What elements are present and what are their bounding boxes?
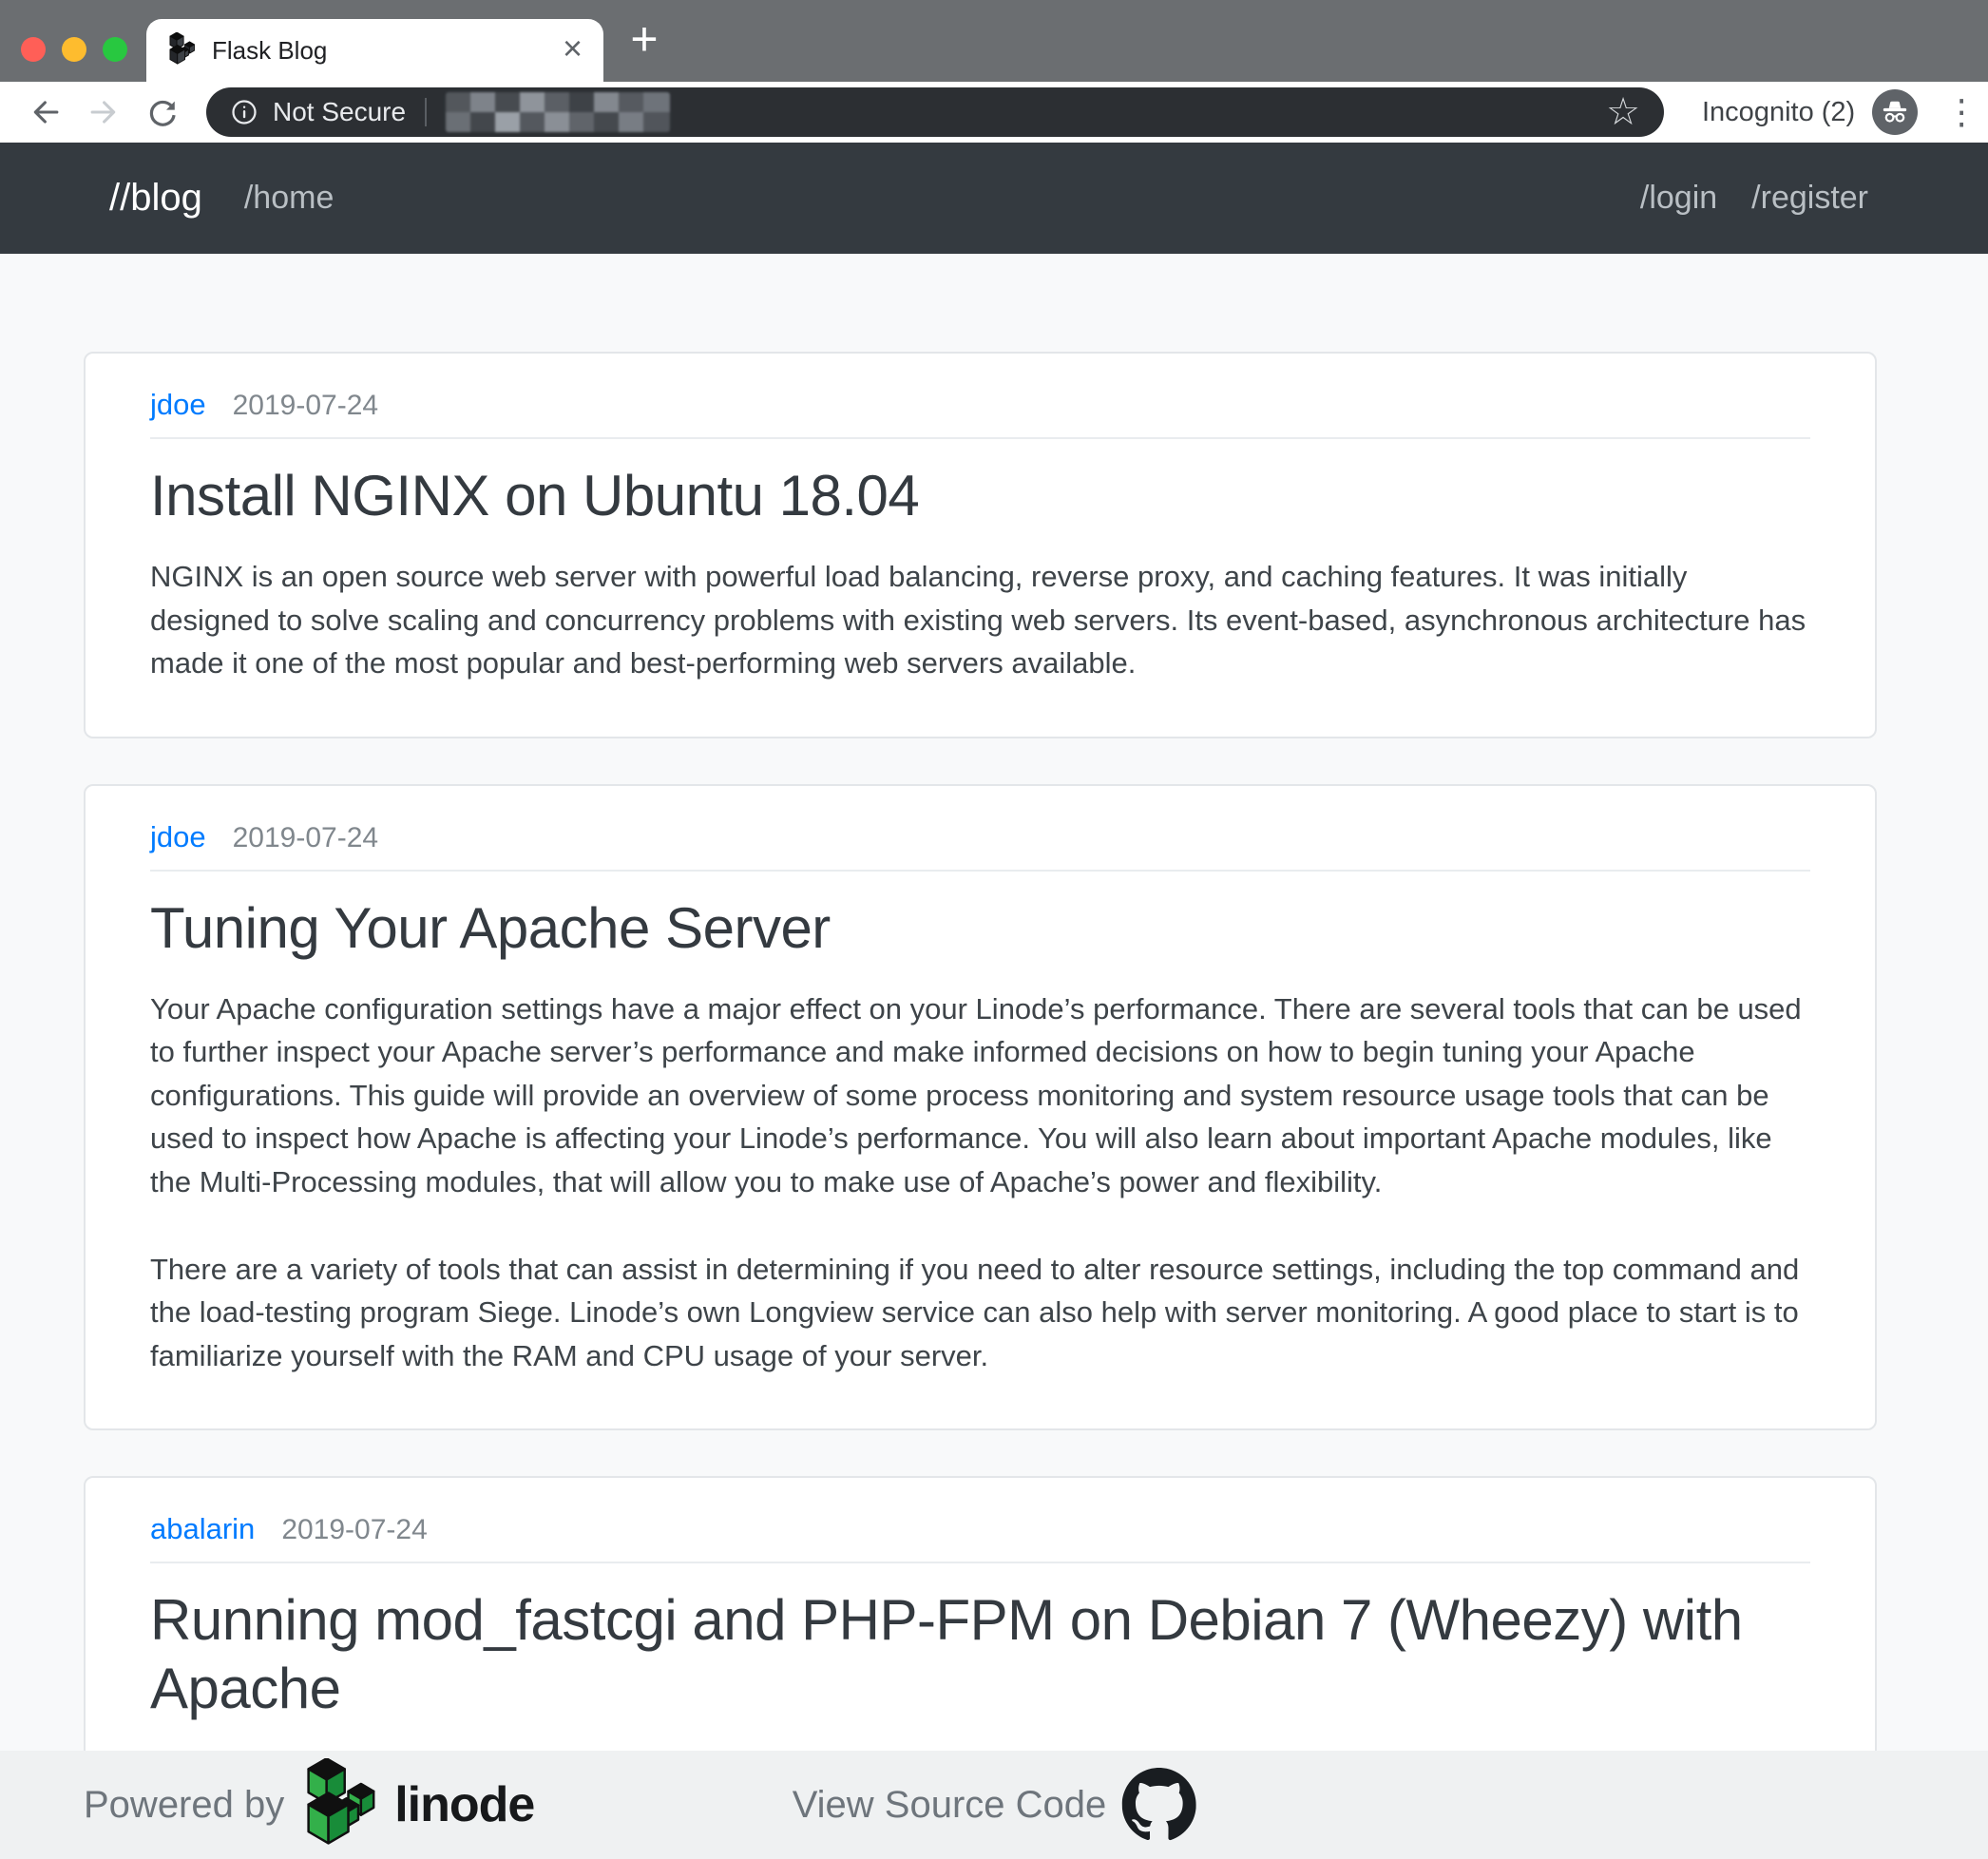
post-title: Running mod_fastcgi and PHP-FPM on Debia… — [150, 1586, 1766, 1723]
post-date: 2019-07-24 — [281, 1514, 427, 1546]
window-controls — [21, 37, 127, 62]
nav-link-login[interactable]: /login — [1640, 180, 1717, 217]
post-author-link[interactable]: jdoe — [150, 388, 206, 422]
powered-by-label: Powered by — [84, 1784, 284, 1827]
incognito-badge-icon — [1872, 89, 1918, 135]
info-icon — [230, 98, 258, 126]
back-arrow-icon — [28, 94, 64, 130]
forward-arrow-icon — [86, 94, 122, 130]
redacted-url — [446, 92, 670, 132]
post-excerpt: Your Apache configuration settings have … — [150, 987, 1810, 1204]
post-excerpt: There are a variety of tools that can as… — [150, 1248, 1810, 1378]
window-minimize-button[interactable] — [62, 37, 86, 62]
tab-favicon-linode-icon — [167, 32, 196, 69]
security-label: Not Secure — [273, 97, 406, 127]
tab-title: Flask Blog — [212, 36, 563, 66]
window-close-button[interactable] — [21, 37, 46, 62]
post-divider — [150, 437, 1810, 439]
view-source-link[interactable]: View Source Code — [793, 1768, 1196, 1842]
browser-tab-strip: Flask Blog × + — [0, 0, 1988, 82]
incognito-label: Incognito (2) — [1702, 97, 1855, 128]
post-excerpt: NGINX is an open source web server with … — [150, 555, 1810, 685]
reload-button[interactable] — [143, 93, 181, 131]
post-author-link[interactable]: jdoe — [150, 820, 206, 854]
back-button[interactable] — [27, 93, 65, 131]
address-bar-divider — [425, 98, 427, 126]
new-tab-button[interactable]: + — [616, 0, 673, 78]
view-source-label: View Source Code — [793, 1784, 1107, 1827]
post-title: Tuning Your Apache Server — [150, 894, 1766, 963]
site-footer: Powered by linode — [0, 1751, 1988, 1859]
tab-close-icon[interactable]: × — [563, 31, 583, 69]
post-card: jdoe 2019-07-24 Tuning Your Apache Serve… — [84, 784, 1877, 1431]
github-icon — [1121, 1768, 1195, 1842]
powered-by-linode-link[interactable]: Powered by linode — [84, 1764, 534, 1846]
forward-button[interactable] — [85, 93, 123, 131]
post-date: 2019-07-24 — [233, 822, 378, 854]
nav-link-home[interactable]: /home — [244, 180, 335, 217]
navbar-brand[interactable]: //blog — [109, 177, 202, 220]
browser-toolbar: Not Secure ☆ Incognito (2) ⋮ — [0, 82, 1988, 143]
address-bar[interactable]: Not Secure ☆ — [206, 87, 1664, 137]
post-card: jdoe 2019-07-24 Install NGINX on Ubuntu … — [84, 352, 1877, 738]
window-zoom-button[interactable] — [103, 37, 127, 62]
linode-logo-icon — [301, 1764, 377, 1846]
post-title: Install NGINX on Ubuntu 18.04 — [150, 462, 1766, 530]
site-navbar: //blog /home /login /register — [0, 143, 1988, 254]
bookmark-star-icon[interactable]: ☆ — [1606, 93, 1640, 131]
blog-post-list: jdoe 2019-07-24 Install NGINX on Ubuntu … — [0, 254, 1988, 1859]
post-divider — [150, 1562, 1810, 1563]
post-date: 2019-07-24 — [233, 390, 378, 422]
post-author-link[interactable]: abalarin — [150, 1512, 255, 1546]
browser-tab[interactable]: Flask Blog × — [146, 19, 603, 82]
browser-menu-icon[interactable]: ⋮ — [1944, 95, 1978, 129]
post-divider — [150, 870, 1810, 872]
site-security-chip[interactable]: Not Secure — [230, 97, 406, 127]
nav-link-register[interactable]: /register — [1751, 180, 1868, 217]
reload-icon — [143, 94, 180, 130]
linode-wordmark: linode — [394, 1776, 534, 1833]
